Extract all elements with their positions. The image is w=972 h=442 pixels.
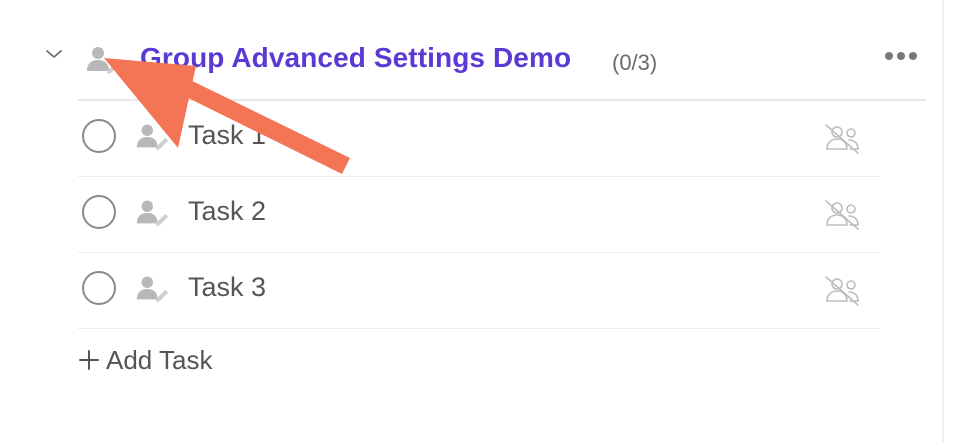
task-list: Task 1 Task 2 Task 3 (78, 101, 880, 329)
task-row[interactable]: Task 3 (78, 253, 880, 329)
task-row[interactable]: Task 2 (78, 177, 880, 253)
chevron-down-icon[interactable] (42, 42, 66, 66)
no-followers-icon[interactable] (822, 273, 862, 307)
no-followers-icon[interactable] (822, 197, 862, 231)
task-label[interactable]: Task 1 (188, 120, 266, 151)
task-label[interactable]: Task 3 (188, 272, 266, 303)
group-header: Group Advanced Settings Demo (0/3) (0, 30, 940, 90)
person-edit-icon[interactable] (134, 197, 170, 227)
add-task-button[interactable]: Add Task (78, 340, 212, 380)
task-label[interactable]: Task 2 (188, 196, 266, 227)
task-row[interactable]: Task 1 (78, 101, 880, 177)
task-list-page: Group Advanced Settings Demo (0/3) Task … (0, 0, 972, 442)
person-edit-icon[interactable] (134, 273, 170, 303)
complete-checkbox[interactable] (82, 271, 116, 305)
group-task-count: (0/3) (612, 50, 658, 75)
add-task-label: Add Task (106, 344, 213, 375)
complete-checkbox[interactable] (82, 119, 116, 153)
more-horizontal-icon[interactable] (880, 44, 924, 68)
panel-divider (942, 0, 944, 442)
plus-icon (78, 349, 100, 371)
person-edit-icon[interactable] (84, 44, 122, 74)
person-edit-icon[interactable] (134, 121, 170, 151)
complete-checkbox[interactable] (82, 195, 116, 229)
no-followers-icon[interactable] (822, 121, 862, 155)
group-title[interactable]: Group Advanced Settings Demo (140, 42, 571, 74)
